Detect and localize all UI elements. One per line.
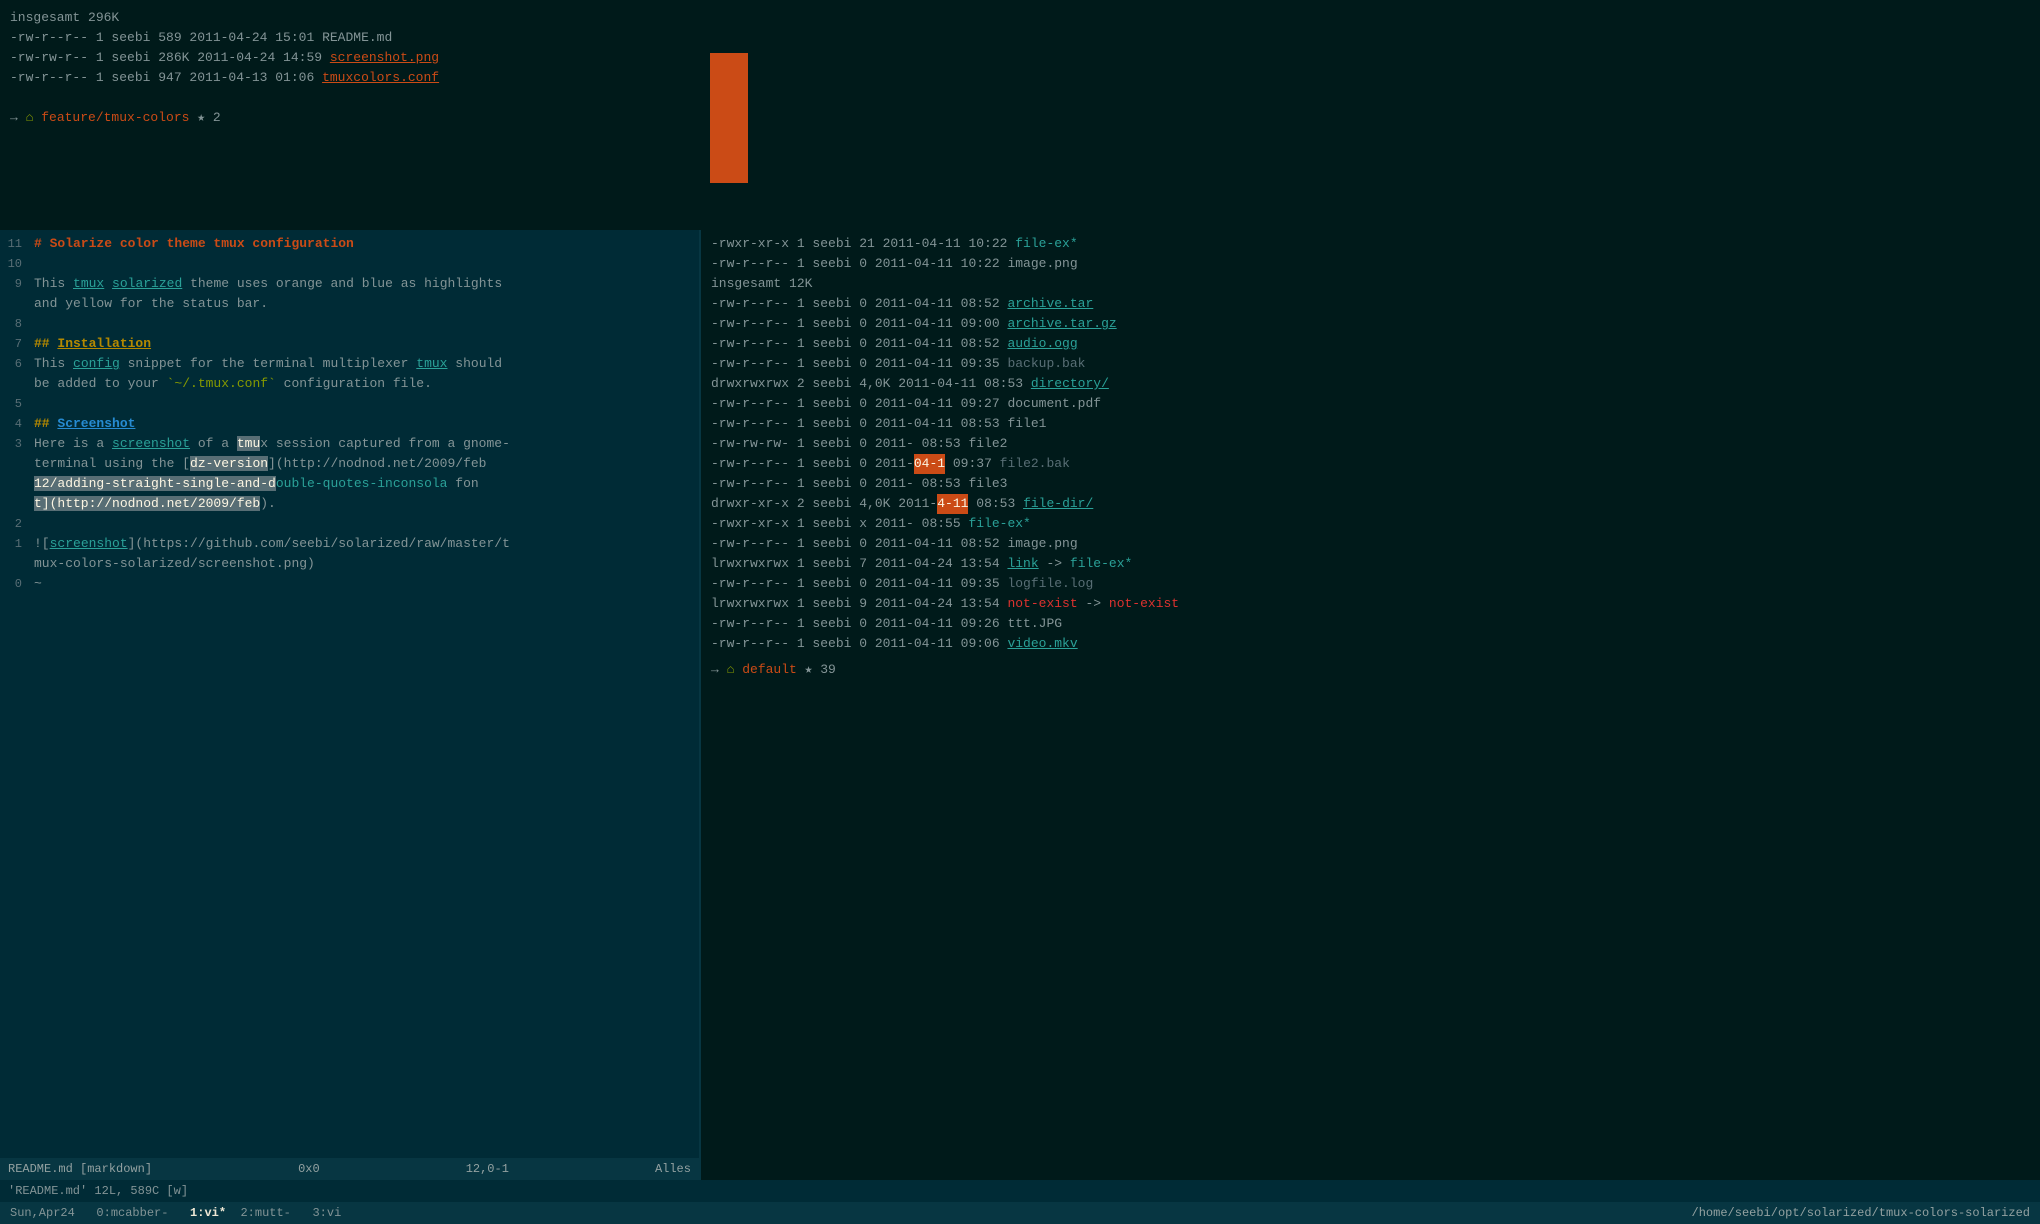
top-right-cursor bbox=[710, 8, 2030, 222]
tmux-status-bar: Sun,Apr24 0:mcabber- 1:vi* 2:mutt- 3:vi … bbox=[0, 1202, 2040, 1224]
line-1-cont: mux-colors-solarized/screenshot.png) bbox=[0, 554, 699, 574]
fl-directory: drwxrwxrwx 2 seebi 4,0K 2011-04-11 08:53… bbox=[711, 374, 2030, 394]
fl-row-2: -rw-r--r-- 1 seebi 0 2011-04-11 10:22 im… bbox=[711, 254, 2030, 274]
line-5: 5 bbox=[0, 394, 699, 414]
fl-file-ex: -rwxr-xr-x 1 seebi x 2011-​​​​​​​ 08:55 … bbox=[711, 514, 2030, 534]
line-3-cont3: t](http://nodnod.net/2009/feb). bbox=[0, 494, 699, 514]
fl-logfile: -rw-r--r-- 1 seebi 0 2011-04-11 09:35 lo… bbox=[711, 574, 2030, 594]
vim-pos: 0x0 bbox=[298, 1158, 320, 1180]
line-11: 11 # Solarize color theme tmux configura… bbox=[0, 234, 699, 254]
terminal-screen: insgesamt 296K -rw-r--r-- 1 seebi 589 20… bbox=[0, 0, 2040, 1224]
vim-file-info: 'README.md' 12L, 589C [w] bbox=[0, 1180, 2040, 1202]
vim-lineinfo: 12,0-1 bbox=[466, 1158, 509, 1180]
blank-line bbox=[10, 88, 710, 108]
fl-backup-bak: -rw-r--r-- 1 seebi 0 2011-04-11 09:35 ba… bbox=[711, 354, 2030, 374]
file-readme: -rw-r--r-- 1 seebi 589 2011-04-24 15:01 … bbox=[10, 28, 710, 48]
fl-row-1: -rwxr-xr-x 1 seebi 21 2011-04-11 10:22 f… bbox=[711, 234, 2030, 254]
fl-file3: -rw-r--r-- 1 seebi 0 2011-​​​​​​​ 08:53 … bbox=[711, 474, 2030, 494]
line-0: 0 ~ bbox=[0, 574, 699, 594]
orange-block-cursor bbox=[710, 53, 748, 183]
right-prompt: → ⌂ default ★ 39 bbox=[711, 660, 2030, 680]
line-3-cont1: terminal using the [dz-version](http://n… bbox=[0, 454, 699, 474]
fl-archive-tar-gz: -rw-r--r-- 1 seebi 0 2011-04-11 09:00 ar… bbox=[711, 314, 2030, 334]
vim-editor[interactable]: 11 # Solarize color theme tmux configura… bbox=[0, 230, 700, 1180]
line-6: 6 This config snippet for the terminal m… bbox=[0, 354, 699, 374]
fl-video-mkv: -rw-r--r-- 1 seebi 0 2011-04-11 09:06 vi… bbox=[711, 634, 2030, 654]
prompt-feature: → ⌂ feature/tmux-colors ★ 2 bbox=[10, 108, 710, 128]
line-8: 8 bbox=[0, 314, 699, 334]
line-3-cont2: 12/adding-straight-single-and-double-quo… bbox=[0, 474, 699, 494]
line-6-cont: be added to your `~/.tmux.conf` configur… bbox=[0, 374, 699, 394]
line-2: 2 bbox=[0, 514, 699, 534]
line-1: 1 ![screenshot](https://github.com/seebi… bbox=[0, 534, 699, 554]
fl-file1: -rw-r--r-- 1 seebi 0 2011-04-11 08:53 fi… bbox=[711, 414, 2030, 434]
fl-image-png: -rw-r--r-- 1 seebi 0 2011-04-11 08:52 im… bbox=[711, 534, 2030, 554]
line-7: 7 ## Installation bbox=[0, 334, 699, 354]
vim-percent: Alles bbox=[655, 1158, 691, 1180]
fl-not-exist: lrwxrwxrwx 1 seebi 9 2011-04-24 13:54 no… bbox=[711, 594, 2030, 614]
line-3: 3 Here is a screenshot of a tmux session… bbox=[0, 434, 699, 454]
fl-total: insgesamt 12K bbox=[711, 274, 2030, 294]
editor-content: 11 # Solarize color theme tmux configura… bbox=[0, 230, 699, 1158]
fl-audio-ogg: -rw-r--r-- 1 seebi 0 2011-04-11 08:52 au… bbox=[711, 334, 2030, 354]
vim-status-bar: README.md [markdown] 0x0 12,0-1 Alles bbox=[0, 1158, 699, 1180]
line-9-cont: and yellow for the status bar. bbox=[0, 294, 699, 314]
fl-ttt-jpg: -rw-r--r-- 1 seebi 0 2011-04-11 09:26 tt… bbox=[711, 614, 2030, 634]
fl-document-pdf: -rw-r--r-- 1 seebi 0 2011-04-11 09:27 do… bbox=[711, 394, 2030, 414]
top-section: insgesamt 296K -rw-r--r-- 1 seebi 589 20… bbox=[0, 0, 2040, 230]
total-line: insgesamt 296K bbox=[10, 8, 710, 28]
top-left-listing: insgesamt 296K -rw-r--r-- 1 seebi 589 20… bbox=[10, 8, 710, 222]
line-10: 10 bbox=[0, 254, 699, 274]
tmux-cwd: /home/seebi/opt/solarized/tmux-colors-so… bbox=[1692, 1202, 2030, 1224]
file-tmuxcolors: -rw-r--r-- 1 seebi 947 2011-04-13 01:06 … bbox=[10, 68, 710, 88]
vim-file-message: 'README.md' 12L, 589C [w] bbox=[8, 1180, 188, 1202]
fl-file2: -rw-rw-rw- 1 seebi 0 2011-​​​​​​​ 08:53 … bbox=[711, 434, 2030, 454]
fl-link: lrwxrwxrwx 1 seebi 7 2011-04-24 13:54 li… bbox=[711, 554, 2030, 574]
line-9: 9 This tmux solarized theme uses orange … bbox=[0, 274, 699, 294]
main-content: 11 # Solarize color theme tmux configura… bbox=[0, 230, 2040, 1180]
vim-filename: README.md [markdown] bbox=[8, 1158, 152, 1180]
line-4: 4 ## Screenshot bbox=[0, 414, 699, 434]
file-listing-pane: -rwxr-xr-x 1 seebi 21 2011-04-11 10:22 f… bbox=[701, 230, 2040, 1180]
fl-file2-bak: -rw-r--r-- 1 seebi 0 2011-04-1 09:37 fil… bbox=[711, 454, 2030, 474]
fl-file-dir: drwxr-xr-x 2 seebi 4,0K 2011-4-11 08:53 … bbox=[711, 494, 2030, 514]
file-screenshot: -rw-rw-r-- 1 seebi 286K 2011-04-24 14:59… bbox=[10, 48, 710, 68]
tmux-windows: Sun,Apr24 0:mcabber- 1:vi* 2:mutt- 3:vi bbox=[10, 1202, 341, 1224]
fl-archive-tar: -rw-r--r-- 1 seebi 0 2011-04-11 08:52 ar… bbox=[711, 294, 2030, 314]
